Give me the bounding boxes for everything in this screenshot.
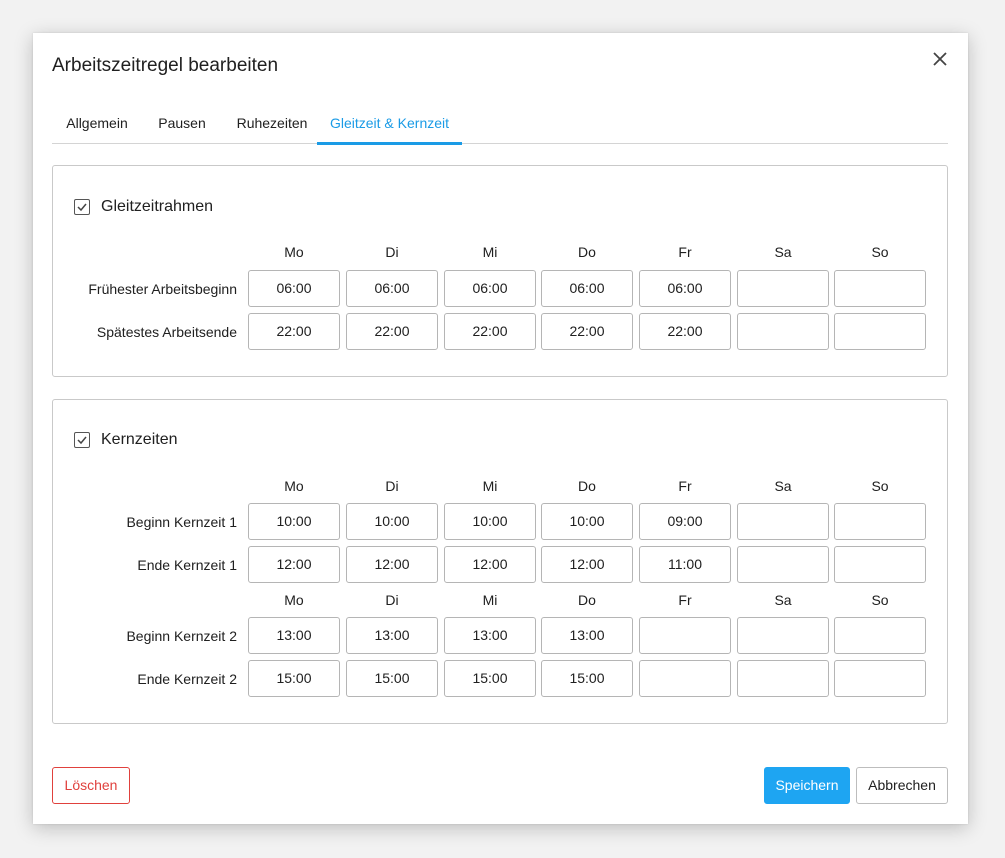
time-input-di[interactable]: 06:00 — [346, 270, 438, 307]
kernzeiten-title: Kernzeiten — [101, 431, 178, 448]
time-input-do[interactable]: 06:00 — [541, 270, 633, 307]
gleitzeitrahmen-header: Gleitzeitrahmen — [74, 198, 213, 216]
time-input-di[interactable]: 12:00 — [346, 546, 438, 583]
gleitzeitrahmen-title: Gleitzeitrahmen — [101, 198, 214, 215]
row-label: Beginn Kernzeit 1 — [126, 514, 237, 530]
row-label: Beginn Kernzeit 2 — [126, 628, 237, 644]
day-label-mo: Mo — [284, 592, 304, 608]
core-start-1-row: Beginn Kernzeit 1 10:00 10:00 10:00 10:0… — [53, 503, 947, 541]
time-input-mo[interactable]: 12:00 — [248, 546, 340, 583]
time-input-di[interactable]: 10:00 — [346, 503, 438, 540]
day-label-di: Di — [385, 244, 399, 260]
dialog-title: Arbeitszeitregel bearbeiten — [52, 55, 279, 76]
time-input-mi[interactable]: 22:00 — [444, 313, 536, 350]
close-icon[interactable] — [928, 47, 952, 71]
time-input-mi[interactable]: 06:00 — [444, 270, 536, 307]
day-label-fr: Fr — [678, 478, 692, 494]
time-input-do[interactable]: 15:00 — [541, 660, 633, 697]
core-start-2-row: Beginn Kernzeit 2 13:00 13:00 13:00 13:0… — [53, 617, 947, 655]
check-icon — [77, 203, 87, 212]
day-label-mi: Mi — [482, 592, 498, 608]
time-input-mi[interactable]: 10:00 — [444, 503, 536, 540]
time-input-so[interactable] — [834, 546, 926, 583]
time-input-sa[interactable] — [737, 660, 829, 697]
time-input-sa[interactable] — [737, 270, 829, 307]
latest-end-row: Spätestes Arbeitsende 22:00 22:00 22:00 … — [53, 313, 947, 351]
earliest-start-row: Frühester Arbeitsbeginn 06:00 06:00 06:0… — [53, 270, 947, 308]
day-label-di: Di — [385, 592, 399, 608]
day-label-mo: Mo — [284, 478, 304, 494]
kernzeiten-section: Kernzeiten Mo Di Mi Do Fr Sa So Beginn K… — [52, 399, 948, 724]
tab-gleitzeit-kernzeit[interactable]: Gleitzeit & Kernzeit — [317, 103, 462, 145]
day-label-so: So — [871, 592, 889, 608]
day-label-di: Di — [385, 478, 399, 494]
time-input-di[interactable]: 13:00 — [346, 617, 438, 654]
day-label-do: Do — [578, 244, 596, 260]
time-input-di[interactable]: 15:00 — [346, 660, 438, 697]
day-label-do: Do — [578, 592, 596, 608]
tab-pausen[interactable]: Pausen — [147, 103, 217, 143]
save-button[interactable]: Speichern — [764, 767, 850, 804]
time-input-di[interactable]: 22:00 — [346, 313, 438, 350]
day-label-so: So — [871, 244, 889, 260]
time-input-do[interactable]: 13:00 — [541, 617, 633, 654]
time-input-mi[interactable]: 15:00 — [444, 660, 536, 697]
time-input-fr[interactable] — [639, 617, 731, 654]
time-input-fr[interactable]: 06:00 — [639, 270, 731, 307]
day-label-sa: Sa — [774, 478, 792, 494]
time-input-sa[interactable] — [737, 313, 829, 350]
time-input-so[interactable] — [834, 270, 926, 307]
check-icon — [77, 436, 87, 445]
time-input-mi[interactable]: 13:00 — [444, 617, 536, 654]
row-label: Ende Kernzeit 2 — [137, 671, 237, 687]
time-input-sa[interactable] — [737, 546, 829, 583]
time-input-mo[interactable]: 15:00 — [248, 660, 340, 697]
time-input-fr[interactable]: 09:00 — [639, 503, 731, 540]
day-label-mi: Mi — [482, 244, 498, 260]
time-input-do[interactable]: 12:00 — [541, 546, 633, 583]
tab-allgemein[interactable]: Allgemein — [52, 103, 142, 143]
time-input-fr[interactable]: 11:00 — [639, 546, 731, 583]
cancel-button[interactable]: Abbrechen — [856, 767, 948, 804]
time-input-do[interactable]: 10:00 — [541, 503, 633, 540]
time-input-so[interactable] — [834, 617, 926, 654]
time-input-mo[interactable]: 22:00 — [248, 313, 340, 350]
gleitzeitrahmen-checkbox[interactable] — [74, 199, 90, 215]
day-label-do: Do — [578, 478, 596, 494]
day-label-fr: Fr — [678, 592, 692, 608]
time-input-fr[interactable] — [639, 660, 731, 697]
day-label-mi: Mi — [482, 478, 498, 494]
time-input-do[interactable]: 22:00 — [541, 313, 633, 350]
delete-button[interactable]: Löschen — [52, 767, 130, 804]
time-input-so[interactable] — [834, 313, 926, 350]
time-input-so[interactable] — [834, 503, 926, 540]
row-label: Frühester Arbeitsbeginn — [88, 281, 237, 297]
time-input-mo[interactable]: 13:00 — [248, 617, 340, 654]
kernzeiten-header: Kernzeiten — [74, 431, 178, 449]
gleitzeitrahmen-section: Gleitzeitrahmen Mo Di Mi Do Fr Sa So Frü… — [52, 165, 948, 377]
day-label-so: So — [871, 478, 889, 494]
time-input-fr[interactable]: 22:00 — [639, 313, 731, 350]
day-label-sa: Sa — [774, 592, 792, 608]
time-input-mi[interactable]: 12:00 — [444, 546, 536, 583]
row-label: Spätestes Arbeitsende — [96, 324, 237, 340]
edit-worktime-rule-dialog: Arbeitszeitregel bearbeiten Allgemein Pa… — [33, 33, 968, 824]
row-label: Ende Kernzeit 1 — [137, 557, 237, 573]
day-label-mo: Mo — [284, 244, 304, 260]
day-label-fr: Fr — [678, 244, 692, 260]
time-input-mo[interactable]: 10:00 — [248, 503, 340, 540]
core-end-2-row: Ende Kernzeit 2 15:00 15:00 15:00 15:00 — [53, 660, 947, 698]
time-input-sa[interactable] — [737, 503, 829, 540]
time-input-sa[interactable] — [737, 617, 829, 654]
day-label-sa: Sa — [774, 244, 792, 260]
tab-ruhezeiten[interactable]: Ruhezeiten — [222, 103, 322, 143]
core-end-1-row: Ende Kernzeit 1 12:00 12:00 12:00 12:00 … — [53, 546, 947, 584]
tab-bar: Allgemein Pausen Ruhezeiten Gleitzeit & … — [52, 103, 948, 145]
time-input-so[interactable] — [834, 660, 926, 697]
time-input-mo[interactable]: 06:00 — [248, 270, 340, 307]
kernzeiten-checkbox[interactable] — [74, 432, 90, 448]
